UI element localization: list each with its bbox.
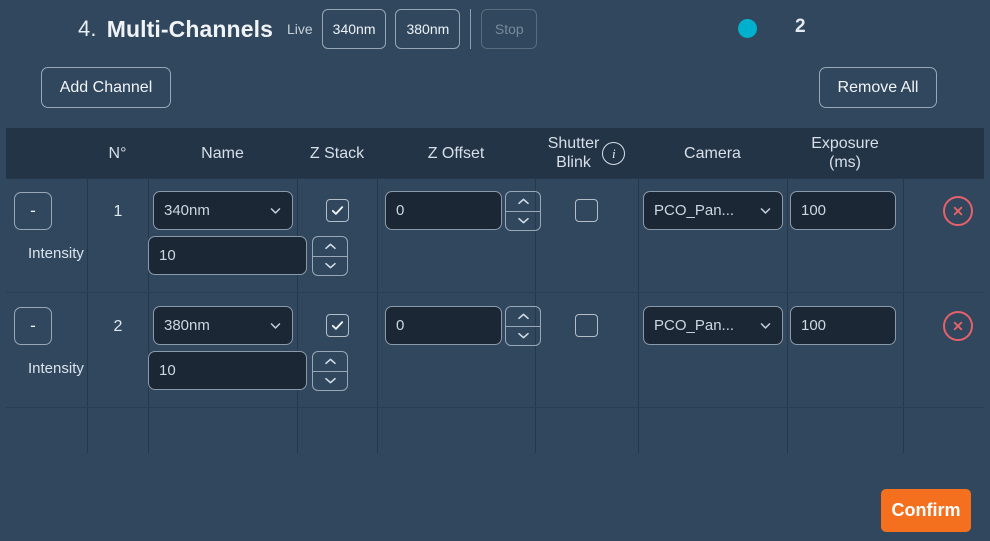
column-header-shutter-blink: Shutter Blink i [535, 128, 638, 178]
channel-name-select[interactable]: 380nm [153, 306, 293, 345]
z-offset-stepper-up[interactable] [506, 307, 540, 326]
column-divider [148, 178, 149, 453]
panel-header: 4. Multi-Channels Live 340nm 380nm Stop [0, 0, 990, 58]
exposure-value: 100 [801, 317, 826, 334]
intensity-input[interactable]: 10 [148, 351, 307, 390]
shutter-blink-line2: Blink [556, 153, 591, 172]
collapse-row-button[interactable]: - [14, 192, 52, 230]
channel-name-value: 340nm [164, 202, 269, 219]
shutter-blink-label: Shutter Blink [548, 134, 600, 172]
confirm-label: Confirm [892, 500, 961, 521]
column-header-exposure: Exposure (ms) [787, 128, 903, 178]
column-header-name: Name [148, 128, 297, 178]
column-divider [297, 178, 298, 453]
live-label: Live [287, 21, 313, 37]
live-channel-label: 340nm [333, 21, 376, 37]
z-stack-checkbox[interactable] [326, 314, 349, 337]
column-header-zstack: Z Stack [297, 128, 377, 178]
table-header-row: N° Name Z Stack Z Offset Shutter Blink i… [6, 128, 984, 178]
z-offset-stepper-down[interactable] [506, 212, 540, 231]
row-divider [6, 292, 984, 293]
exposure-line2: (ms) [829, 153, 861, 172]
collapse-row-label: - [30, 316, 36, 336]
table-body: - 1 340nm 0 [6, 178, 984, 487]
live-channel-button-380nm[interactable]: 380nm [395, 9, 460, 49]
intensity-label: Intensity [28, 245, 84, 262]
chevron-down-icon [759, 319, 772, 332]
collapse-row-label: - [30, 201, 36, 221]
info-icon-glyph: i [612, 144, 616, 163]
z-stack-checkbox[interactable] [326, 199, 349, 222]
row-number: 2 [106, 318, 130, 336]
shutter-blink-line1: Shutter [548, 134, 600, 153]
intensity-value: 10 [159, 247, 176, 264]
remove-all-button[interactable]: Remove All [819, 67, 937, 108]
intensity-label: Intensity [28, 360, 84, 377]
header-divider [470, 9, 471, 49]
row-divider [6, 407, 984, 408]
intensity-stepper-down[interactable] [313, 257, 347, 276]
live-channel-label: 380nm [406, 21, 449, 37]
intensity-stepper-down[interactable] [313, 372, 347, 391]
camera-value: PCO_Pan... [654, 317, 759, 334]
chevron-down-icon [269, 204, 282, 217]
channels-table: N° Name Z Stack Z Offset Shutter Blink i… [6, 128, 984, 487]
z-offset-input[interactable]: 0 [385, 306, 502, 345]
column-header-camera: Camera [638, 128, 787, 178]
intensity-stepper[interactable] [312, 236, 348, 276]
exposure-input[interactable]: 100 [790, 191, 896, 230]
live-channel-button-340nm[interactable]: 340nm [322, 9, 387, 49]
camera-value: PCO_Pan... [654, 202, 759, 219]
column-divider [787, 178, 788, 453]
column-divider [638, 178, 639, 453]
stop-button[interactable]: Stop [481, 9, 537, 49]
camera-select[interactable]: PCO_Pan... [643, 191, 783, 230]
intensity-input[interactable]: 10 [148, 236, 307, 275]
column-divider [87, 178, 88, 453]
z-offset-input[interactable]: 0 [385, 191, 502, 230]
column-divider [377, 178, 378, 453]
z-offset-stepper-down[interactable] [506, 327, 540, 346]
confirm-button[interactable]: Confirm [881, 489, 971, 532]
column-header-zoffset: Z Offset [377, 128, 535, 178]
exposure-line1: Exposure [811, 134, 879, 153]
intensity-stepper-up[interactable] [313, 352, 347, 371]
channel-name-select[interactable]: 340nm [153, 191, 293, 230]
z-offset-value: 0 [396, 202, 404, 219]
stop-button-label: Stop [495, 21, 524, 37]
exposure-input[interactable]: 100 [790, 306, 896, 345]
channel-name-value: 380nm [164, 317, 269, 334]
multi-channels-panel: 4. Multi-Channels Live 340nm 380nm Stop … [0, 0, 990, 541]
collapse-row-button[interactable]: - [14, 307, 52, 345]
add-channel-label: Add Channel [60, 79, 153, 97]
remove-channel-button[interactable] [943, 311, 973, 341]
status-indicator-dot [738, 19, 757, 38]
table-top-border [6, 178, 984, 179]
add-channel-button[interactable]: Add Channel [41, 67, 171, 108]
camera-select[interactable]: PCO_Pan... [643, 306, 783, 345]
intensity-stepper-up[interactable] [313, 237, 347, 256]
column-divider [903, 178, 904, 453]
step-number: 4. [78, 16, 97, 42]
status-count: 2 [795, 16, 806, 38]
chevron-down-icon [269, 319, 282, 332]
z-offset-value: 0 [396, 317, 404, 334]
z-offset-stepper[interactable] [505, 191, 541, 231]
shutter-blink-checkbox[interactable] [575, 314, 598, 337]
column-header-number: N° [87, 128, 148, 178]
chevron-down-icon [759, 204, 772, 217]
remove-all-label: Remove All [838, 79, 919, 97]
z-offset-stepper-up[interactable] [506, 192, 540, 211]
remove-channel-button[interactable] [943, 196, 973, 226]
row-number: 1 [106, 203, 130, 221]
z-offset-stepper[interactable] [505, 306, 541, 346]
exposure-value: 100 [801, 202, 826, 219]
intensity-stepper[interactable] [312, 351, 348, 391]
intensity-value: 10 [159, 362, 176, 379]
info-icon[interactable]: i [602, 142, 625, 165]
shutter-blink-checkbox[interactable] [575, 199, 598, 222]
page-title: Multi-Channels [107, 16, 273, 43]
